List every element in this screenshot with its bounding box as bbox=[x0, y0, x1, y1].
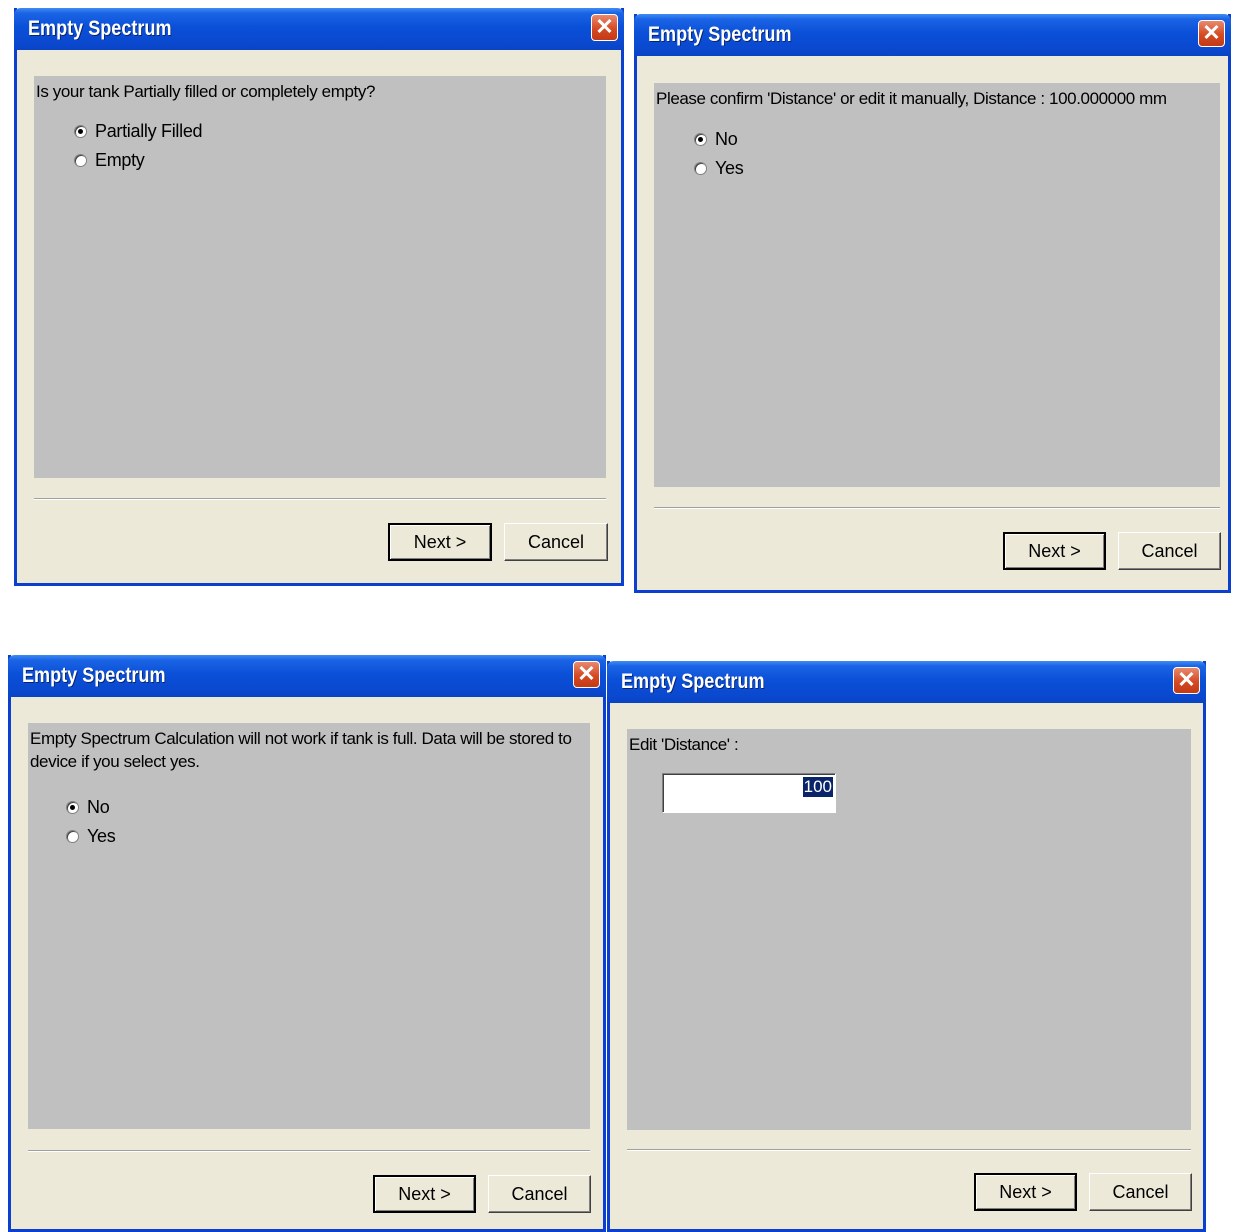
radio-label: Yes bbox=[715, 157, 744, 178]
separator bbox=[28, 1150, 590, 1152]
separator bbox=[627, 1149, 1191, 1151]
content-panel: Is your tank Partially filled or complet… bbox=[34, 76, 606, 478]
radio-yes[interactable]: Yes bbox=[66, 823, 116, 849]
radio-unchecked-icon[interactable] bbox=[66, 829, 79, 843]
dialog-tank-state: Empty Spectrum ✕ Is your tank Partially … bbox=[14, 8, 624, 586]
dialog-title: Empty Spectrum bbox=[28, 17, 172, 40]
radio-label: Partially Filled bbox=[95, 120, 203, 141]
close-icon[interactable]: ✕ bbox=[573, 661, 600, 688]
dialog-edit-distance: Empty Spectrum ✕ Edit 'Distance' : 100 N… bbox=[607, 661, 1206, 1232]
title-bar[interactable]: Empty Spectrum ✕ bbox=[8, 655, 606, 697]
dialog-title: Empty Spectrum bbox=[648, 23, 792, 46]
dialog-confirm-distance: Empty Spectrum ✕ Please confirm 'Distanc… bbox=[634, 14, 1231, 593]
title-bar[interactable]: Empty Spectrum ✕ bbox=[607, 661, 1206, 703]
dialog-title: Empty Spectrum bbox=[621, 670, 765, 693]
separator bbox=[34, 498, 606, 500]
close-icon[interactable]: ✕ bbox=[1198, 20, 1225, 47]
distance-input[interactable]: 100 bbox=[662, 773, 836, 813]
radio-checked-icon[interactable] bbox=[66, 800, 79, 814]
separator bbox=[654, 507, 1220, 509]
prompt-text: Please confirm 'Distance' or edit it man… bbox=[656, 89, 1167, 108]
dialog-tank-full-warning: Empty Spectrum ✕ Empty Spectrum Calculat… bbox=[8, 655, 606, 1232]
radio-no[interactable]: No bbox=[66, 794, 110, 820]
cancel-button[interactable]: Cancel bbox=[488, 1175, 591, 1213]
next-button[interactable]: Next > bbox=[388, 523, 492, 561]
radio-checked-icon[interactable] bbox=[74, 124, 87, 138]
radio-label: No bbox=[87, 796, 110, 817]
title-bar[interactable]: Empty Spectrum ✕ bbox=[634, 14, 1231, 56]
content-panel: Empty Spectrum Calculation will not work… bbox=[28, 723, 590, 1129]
cancel-button[interactable]: Cancel bbox=[1089, 1173, 1192, 1211]
next-button[interactable]: Next > bbox=[1003, 532, 1106, 570]
content-panel: Edit 'Distance' : 100 bbox=[627, 729, 1191, 1130]
radio-unchecked-icon[interactable] bbox=[74, 153, 87, 167]
radio-label: Empty bbox=[95, 149, 145, 170]
prompt-text: Is your tank Partially filled or complet… bbox=[36, 82, 376, 101]
selected-text: 100 bbox=[802, 777, 833, 797]
next-button[interactable]: Next > bbox=[974, 1173, 1077, 1211]
next-button[interactable]: Next > bbox=[373, 1175, 476, 1213]
dialog-title: Empty Spectrum bbox=[22, 664, 166, 687]
radio-unchecked-icon[interactable] bbox=[694, 161, 707, 175]
radio-empty[interactable]: Empty bbox=[74, 147, 145, 173]
radio-label: Yes bbox=[87, 825, 116, 846]
content-panel: Please confirm 'Distance' or edit it man… bbox=[654, 83, 1220, 487]
prompt-text: Empty Spectrum Calculation will not work… bbox=[30, 729, 572, 771]
title-bar[interactable]: Empty Spectrum ✕ bbox=[14, 8, 624, 50]
radio-yes[interactable]: Yes bbox=[694, 155, 744, 181]
close-icon[interactable]: ✕ bbox=[591, 14, 618, 41]
radio-label: No bbox=[715, 128, 738, 149]
prompt-text: Edit 'Distance' : bbox=[629, 735, 739, 754]
cancel-button[interactable]: Cancel bbox=[1118, 532, 1221, 570]
close-icon[interactable]: ✕ bbox=[1173, 667, 1200, 694]
cancel-button[interactable]: Cancel bbox=[504, 523, 608, 561]
radio-partially-filled[interactable]: Partially Filled bbox=[74, 118, 203, 144]
radio-no[interactable]: No bbox=[694, 126, 738, 152]
radio-checked-icon[interactable] bbox=[694, 132, 707, 146]
